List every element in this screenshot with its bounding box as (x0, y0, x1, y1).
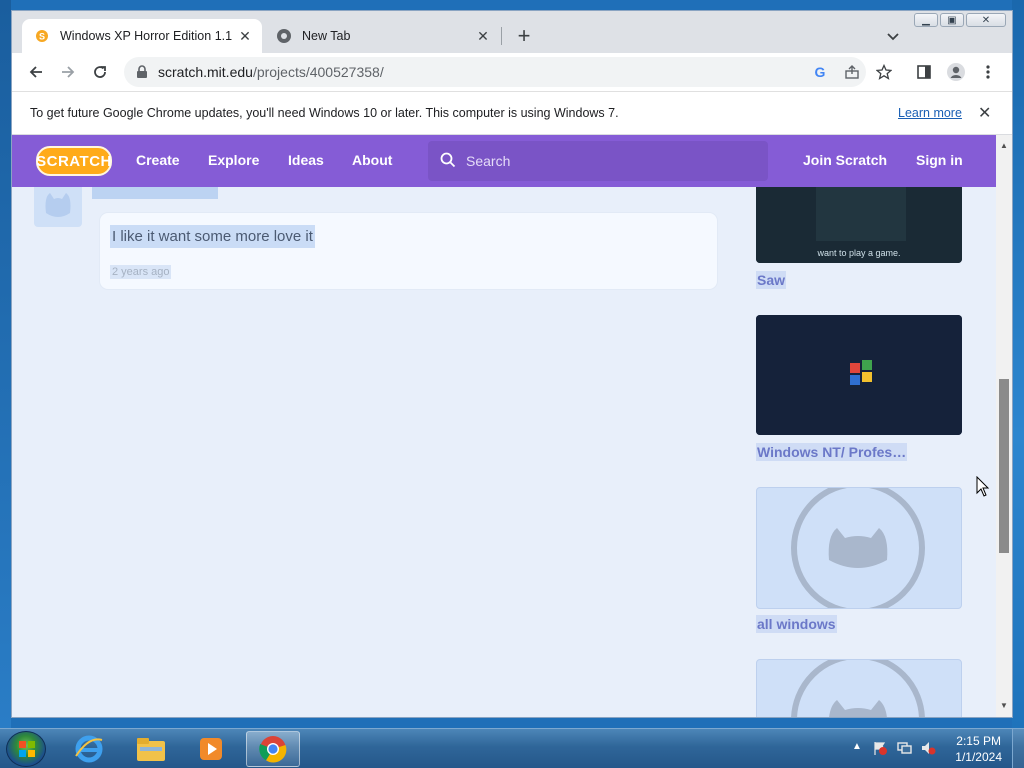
project-title[interactable]: Windows NT/ Profes… (756, 443, 908, 461)
tab-strip: S Windows XP Horror Edition 1.1 n ✕ New … (12, 11, 1012, 53)
scroll-down-icon[interactable]: ▼ (1000, 701, 1008, 710)
scratch-search-input[interactable]: Search (428, 141, 768, 181)
windows-taskbar: ▲ 2:15 PM 1/1/2024 (0, 728, 1024, 768)
volume-muted-icon[interactable] (920, 740, 936, 761)
tab-separator (501, 27, 502, 45)
address-bar[interactable]: scratch.mit.edu/projects/400527358/ (124, 57, 866, 87)
google-icon[interactable]: G (810, 62, 830, 82)
project-thumbnail[interactable] (756, 315, 962, 435)
minimize-button[interactable]: ▁ (914, 13, 938, 27)
comment-text: I like it want some more love it (110, 225, 315, 248)
commenter-username[interactable] (92, 187, 218, 199)
clock-date: 1/1/2024 (955, 750, 1002, 764)
comment-box: I like it want some more love it 2 years… (100, 213, 717, 289)
tab-title: Windows XP Horror Edition 1.1 n (60, 29, 236, 43)
chevron-down-icon[interactable] (884, 27, 902, 45)
internet-explorer-icon[interactable] (62, 731, 116, 767)
chrome-favicon-icon (276, 28, 292, 44)
show-desktop-button[interactable] (1012, 729, 1024, 768)
search-icon (440, 152, 456, 171)
update-infobar: To get future Google Chrome updates, you… (12, 91, 1012, 135)
nav-ideas[interactable]: Ideas (288, 152, 324, 168)
chrome-taskbar-icon[interactable] (246, 731, 300, 767)
tray-expand-icon[interactable]: ▲ (852, 741, 862, 752)
scroll-up-icon[interactable]: ▲ (1000, 141, 1008, 150)
desktop-background-left (0, 0, 11, 728)
reload-button[interactable] (90, 62, 110, 82)
close-window-button[interactable]: ✕ (966, 13, 1006, 27)
new-tab-button[interactable]: + (512, 25, 536, 49)
tab-new-tab[interactable]: New Tab ✕ (264, 19, 500, 53)
nav-explore[interactable]: Explore (208, 152, 259, 168)
svg-text:S: S (39, 32, 45, 42)
lock-icon (136, 65, 148, 79)
tab-title: New Tab (302, 29, 351, 43)
nav-about[interactable]: About (352, 152, 392, 168)
svg-text:G: G (815, 64, 826, 80)
media-player-icon[interactable] (184, 731, 238, 767)
taskbar-clock[interactable]: 2:15 PM 1/1/2024 (955, 733, 1002, 765)
url-path: /projects/400527358/ (252, 64, 384, 80)
project-title[interactable]: all windows (756, 615, 837, 633)
project-thumbnail[interactable] (756, 659, 962, 717)
page-scrollbar[interactable]: ▲ ▼ (996, 135, 1012, 717)
scratch-navbar: SCRATCH Create Explore Ideas About Searc… (12, 135, 996, 187)
mouse-cursor-icon (976, 476, 990, 497)
back-button[interactable] (26, 62, 46, 82)
svg-text:want to play a game.: want to play a game. (816, 248, 900, 258)
scratch-logo[interactable]: SCRATCH (36, 146, 112, 176)
network-icon[interactable] (896, 740, 912, 761)
tab-scratch-project[interactable]: S Windows XP Horror Edition 1.1 n ✕ (22, 19, 262, 53)
file-explorer-icon[interactable] (124, 731, 178, 767)
share-icon[interactable] (842, 62, 862, 82)
scrollbar-thumb[interactable] (999, 379, 1009, 553)
system-tray: ▲ 2:15 PM 1/1/2024 (834, 729, 1024, 768)
desktop-background-right (1012, 0, 1024, 728)
search-placeholder: Search (466, 153, 511, 169)
nav-create[interactable]: Create (136, 152, 180, 168)
learn-more-link[interactable]: Learn more (898, 106, 962, 120)
action-center-flag-icon[interactable] (872, 740, 888, 761)
sign-in-link[interactable]: Sign in (916, 152, 963, 168)
tab-close-icon[interactable]: ✕ (236, 27, 254, 45)
commenter-avatar[interactable] (34, 183, 82, 227)
infobar-message: To get future Google Chrome updates, you… (30, 106, 619, 120)
join-scratch-link[interactable]: Join Scratch (803, 152, 887, 168)
close-infobar-icon[interactable]: ✕ (978, 103, 991, 123)
page-viewport: I like it want some more love it 2 years… (12, 135, 996, 717)
clock-time: 2:15 PM (956, 734, 1001, 748)
tab-close-icon[interactable]: ✕ (474, 27, 492, 45)
browser-toolbar: scratch.mit.edu/projects/400527358/ G (12, 53, 1012, 91)
scratch-favicon-icon: S (34, 28, 50, 44)
comment-timestamp: 2 years ago (110, 265, 172, 279)
bookmark-star-icon[interactable] (874, 62, 894, 82)
maximize-button[interactable]: ▣ (940, 13, 964, 27)
window-controls: ▁ ▣ ✕ (914, 13, 1006, 27)
profile-avatar-icon[interactable] (946, 62, 966, 82)
side-panel-icon[interactable] (914, 62, 934, 82)
start-button[interactable] (6, 731, 46, 767)
project-thumbnail[interactable] (756, 487, 962, 609)
more-menu-icon[interactable] (978, 62, 998, 82)
chrome-window: S Windows XP Horror Edition 1.1 n ✕ New … (11, 10, 1013, 718)
project-title[interactable]: Saw (756, 271, 787, 289)
forward-button[interactable] (58, 62, 78, 82)
url-host: scratch.mit.edu (158, 64, 253, 80)
